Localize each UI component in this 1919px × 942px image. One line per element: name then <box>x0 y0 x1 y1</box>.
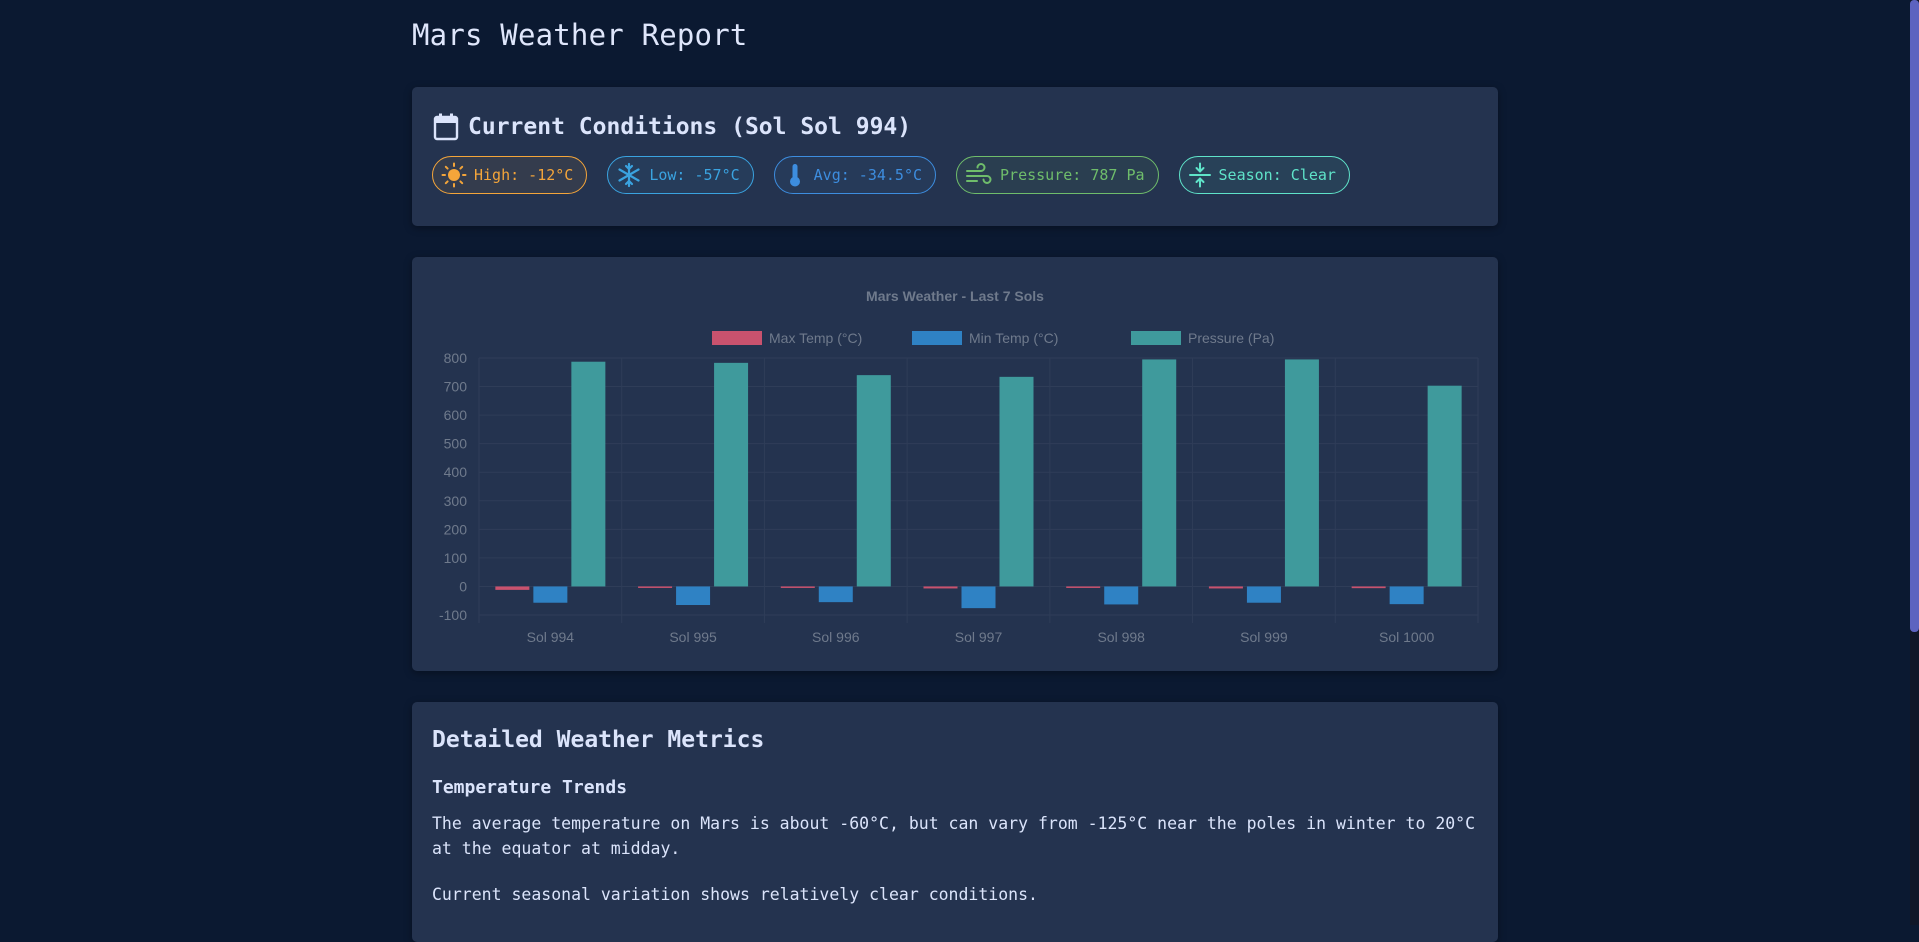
season-badge: Season: Clear <box>1178 156 1350 194</box>
thermometer-icon <box>789 164 800 187</box>
x-tick-label: Sol 994 <box>527 629 575 645</box>
y-tick-label: 700 <box>444 379 468 395</box>
chart-title: Mars Weather - Last 7 Sols <box>866 288 1044 304</box>
legend-swatch-1 <box>912 331 962 345</box>
wind-icon <box>966 163 992 184</box>
bar-2-5 <box>1284 359 1319 587</box>
season-label: Season: Clear <box>1218 166 1336 184</box>
y-tick-label: 400 <box>444 464 468 480</box>
bar-0-5 <box>1208 586 1243 589</box>
legend-swatch-2 <box>1131 331 1181 345</box>
bar-1-1 <box>676 586 711 606</box>
low-temp-badge: Low: -57°C <box>607 156 754 194</box>
y-tick-label: 600 <box>444 407 468 423</box>
compress-icon <box>1188 162 1211 188</box>
x-tick-label: Sol 999 <box>1240 629 1288 645</box>
y-tick-label: -100 <box>439 607 467 623</box>
legend-swatch-0 <box>712 331 762 345</box>
bar-1-2 <box>818 586 853 603</box>
page-title: Mars Weather Report <box>412 18 748 52</box>
y-tick-label: 300 <box>444 493 468 509</box>
low-temp-label: Low: -57°C <box>649 166 740 184</box>
bar-2-1 <box>714 362 749 587</box>
high-temp-badge: High: -12°C <box>432 156 588 194</box>
bar-1-3 <box>961 586 996 609</box>
bar-2-3 <box>999 376 1034 587</box>
details-paragraph-temperature: The average temperature on Mars is about… <box>432 814 1476 858</box>
bar-2-6 <box>1427 385 1462 587</box>
calendar-icon <box>433 113 459 141</box>
x-tick-label: Sol 995 <box>669 629 717 645</box>
avg-temp-label: Avg: -34.5°C <box>813 166 923 184</box>
bar-0-6 <box>1351 586 1386 589</box>
legend-label-0: Max Temp (°C) <box>769 330 862 346</box>
page-scrollbar-thumb[interactable] <box>1910 0 1919 632</box>
weather-chart-card: Mars Weather - Last 7 Sols Max Temp (°C) M… <box>412 257 1498 671</box>
x-tick-label: Sol 996 <box>812 629 860 645</box>
bar-0-4 <box>1066 586 1101 588</box>
current-conditions-card: Current Conditions (Sol Sol 994) High: -… <box>412 87 1498 226</box>
bar-2-2 <box>856 375 891 587</box>
detailed-metrics-card: Detailed Weather Metrics Temperature Tre… <box>412 702 1498 942</box>
bar-0-0 <box>495 586 530 590</box>
high-temp-label: High: -12°C <box>474 166 574 184</box>
details-subtitle: Temperature Trends <box>432 777 628 798</box>
current-conditions-heading: Current Conditions (Sol Sol 994) <box>433 113 911 141</box>
pressure-badge: Pressure: 787 Pa <box>956 156 1159 194</box>
bar-0-1 <box>638 586 673 588</box>
x-tick-label: Sol 998 <box>1097 629 1145 645</box>
y-tick-label: 0 <box>459 578 467 594</box>
y-tick-label: 200 <box>444 521 468 537</box>
bar-0-2 <box>780 586 815 588</box>
bar-2-4 <box>1142 359 1177 587</box>
avg-temp-badge: Avg: -34.5°C <box>773 156 937 194</box>
bar-1-5 <box>1246 586 1281 603</box>
y-tick-label: 100 <box>444 550 468 566</box>
x-tick-label: Sol 997 <box>955 629 1003 645</box>
bar-0-3 <box>923 586 958 589</box>
condition-badges: High: -12°C Low: -57°C Avg: -34.5°C Pres… <box>432 156 1350 194</box>
current-conditions-title: Current Conditions (Sol Sol 994) <box>468 114 912 140</box>
details-paragraph-seasonal: Current seasonal variation shows relativ… <box>432 885 1038 904</box>
weather-bar-chart: Mars Weather - Last 7 Sols Max Temp (°C) M… <box>439 288 1479 645</box>
pressure-label: Pressure: 787 Pa <box>1000 166 1145 184</box>
page-scrollbar[interactable] <box>1910 0 1919 925</box>
bar-1-4 <box>1104 586 1139 605</box>
legend-label-2: Pressure (Pa) <box>1188 330 1274 346</box>
bar-1-0 <box>533 586 568 603</box>
y-tick-label: 500 <box>444 436 468 452</box>
y-tick-label: 800 <box>444 350 468 366</box>
legend-label-1: Min Temp (°C) <box>969 330 1058 346</box>
bar-2-0 <box>571 361 606 587</box>
details-title: Detailed Weather Metrics <box>432 727 765 753</box>
sun-icon <box>441 162 467 188</box>
x-tick-label: Sol 1000 <box>1379 629 1434 645</box>
bar-1-6 <box>1389 586 1424 605</box>
snowflake-icon <box>618 162 640 188</box>
